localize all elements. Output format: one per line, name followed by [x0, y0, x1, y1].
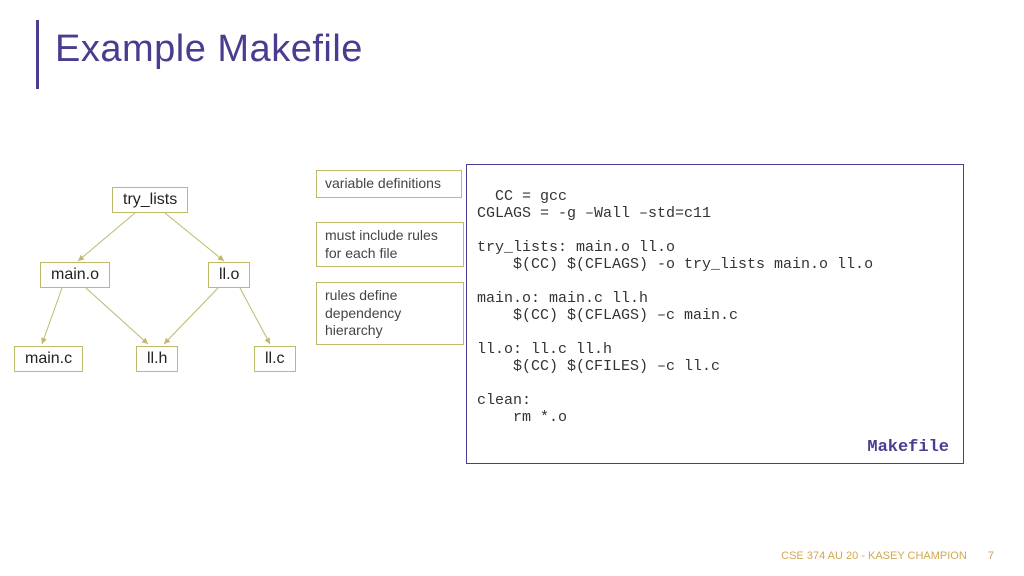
footer-course: CSE 374 AU 20 - KASEY CHAMPION: [781, 550, 967, 562]
file-label: Makefile: [867, 438, 949, 457]
tree-node-ll-h: ll.h: [136, 346, 178, 372]
slide-footer: CSE 374 AU 20 - KASEY CHAMPION 7: [781, 550, 994, 562]
tree-node-ll-o: ll.o: [208, 262, 250, 288]
code-text: CC = gcc CGLAGS = -g –Wall –std=c11 try_…: [477, 188, 873, 426]
page-title: Example Makefile: [55, 28, 363, 71]
title-bar: Example Makefile: [36, 20, 363, 89]
annotation-dependency-hierarchy: rules define dependency hierarchy: [316, 282, 464, 345]
tree-node-main-o: main.o: [40, 262, 110, 288]
tree-node-ll-c: ll.c: [254, 346, 296, 372]
tree-node-root: try_lists: [112, 187, 188, 213]
tree-node-main-c: main.c: [14, 346, 83, 372]
annotation-variable-definitions: variable definitions: [316, 170, 462, 198]
footer-page-number: 7: [988, 550, 994, 562]
annotation-rules-each-file: must include rules for each file: [316, 222, 464, 267]
makefile-code: CC = gcc CGLAGS = -g –Wall –std=c11 try_…: [466, 164, 964, 464]
